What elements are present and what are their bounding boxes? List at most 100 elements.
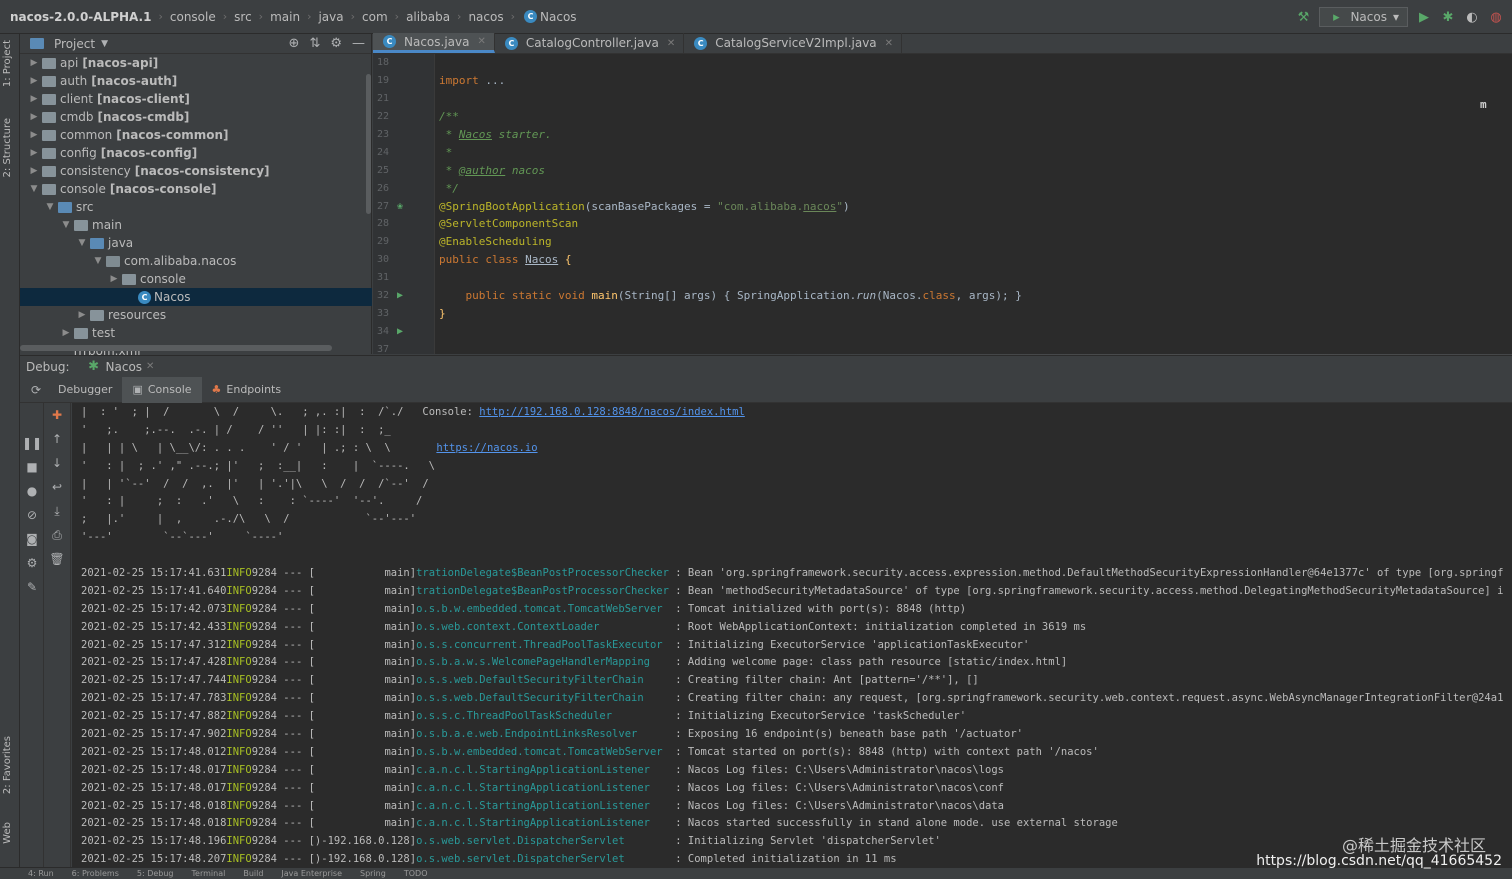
chevron-right-icon[interactable]: ▶ bbox=[108, 274, 120, 284]
code-editor[interactable]: 181921222324252627❀2829303132▶3334▶37383… bbox=[373, 54, 1512, 390]
console-output[interactable]: | : ' ; | / \ / \. ; ,. :| : /`./ Consol… bbox=[72, 403, 1512, 867]
hammer-icon[interactable]: ⚒ bbox=[1295, 9, 1311, 25]
debug-session-tab[interactable]: ✱ Nacos ✕ bbox=[86, 359, 154, 375]
console-url-link[interactable]: http://192.168.0.128:8848/nacos/index.ht… bbox=[479, 406, 745, 418]
tool-tab-structure[interactable]: 2: Structure bbox=[2, 118, 13, 177]
breadcrumb-item[interactable]: nacos bbox=[468, 10, 503, 24]
bottom-tool-tab[interactable]: TODO bbox=[404, 869, 428, 878]
settings-icon[interactable]: ⚙ bbox=[20, 551, 44, 575]
stop-icon[interactable]: ◍ bbox=[1488, 9, 1504, 25]
log-logger[interactable]: c.a.n.c.l.StartingApplicationListener bbox=[416, 764, 669, 776]
up-arrow-icon[interactable]: ↑ bbox=[45, 427, 69, 451]
editor-tab[interactable]: C CatalogController.java ✕ bbox=[495, 33, 685, 53]
log-logger[interactable]: o.s.b.a.w.s.WelcomePageHandlerMapping bbox=[416, 656, 669, 668]
tree-item[interactable]: ▼ java bbox=[20, 234, 372, 252]
log-logger[interactable]: o.s.s.concurrent.ThreadPoolTaskExecutor bbox=[416, 639, 669, 651]
tree-item[interactable]: ▶ resources bbox=[20, 306, 372, 324]
chevron-down-icon[interactable]: ▼ bbox=[76, 238, 88, 248]
tab-endpoints[interactable]: ♣ Endpoints bbox=[202, 377, 292, 403]
bottom-tool-tab[interactable]: Java Enterprise bbox=[281, 869, 342, 878]
tab-debugger[interactable]: Debugger bbox=[48, 377, 122, 403]
log-logger[interactable]: o.s.s.c.ThreadPoolTaskScheduler bbox=[416, 710, 669, 722]
log-logger[interactable]: o.s.web.context.ContextLoader bbox=[416, 621, 669, 633]
bottom-tool-tab[interactable]: Terminal bbox=[192, 869, 226, 878]
spring-bean-icon[interactable]: ❀ bbox=[397, 201, 403, 212]
tab-console[interactable]: ▣ Console bbox=[122, 376, 202, 403]
project-title[interactable]: Project bbox=[54, 37, 95, 51]
breadcrumb-item[interactable]: com bbox=[362, 10, 388, 24]
vertical-scrollbar[interactable] bbox=[366, 74, 371, 214]
tree-item[interactable]: ▼ src bbox=[20, 198, 372, 216]
minimize-icon[interactable]: — bbox=[352, 36, 365, 51]
run-icon[interactable]: ▶ bbox=[1416, 9, 1432, 25]
tree-item[interactable]: ▶ cmdb [nacos-cmdb] bbox=[20, 108, 372, 126]
chevron-right-icon[interactable]: ▶ bbox=[28, 58, 40, 68]
log-logger[interactable]: o.s.s.web.DefaultSecurityFilterChain bbox=[416, 674, 669, 686]
breadcrumb-item[interactable]: C Nacos bbox=[522, 10, 577, 24]
tree-item[interactable]: ▶ test bbox=[20, 324, 372, 342]
breadcrumb-item[interactable]: src bbox=[234, 10, 252, 24]
horizontal-scrollbar[interactable] bbox=[20, 345, 332, 351]
bottom-tool-tab[interactable]: 4: Run bbox=[28, 869, 54, 878]
chevron-right-icon[interactable]: ▶ bbox=[28, 166, 40, 176]
chevron-right-icon[interactable]: ▶ bbox=[28, 130, 40, 140]
debug-icon[interactable]: ✱ bbox=[1440, 9, 1456, 25]
editor-tab[interactable]: C Nacos.java ✕ bbox=[373, 33, 495, 53]
tree-item[interactable]: ▼ console [nacos-console] bbox=[20, 180, 372, 198]
close-icon[interactable]: ✕ bbox=[667, 38, 675, 49]
tool-tab-project[interactable]: 1: Project bbox=[2, 40, 13, 87]
view-breakpoints-icon[interactable]: ● bbox=[20, 479, 44, 503]
chevron-right-icon[interactable]: ▶ bbox=[28, 148, 40, 158]
chevron-down-icon[interactable]: ▼ bbox=[92, 256, 104, 266]
log-logger[interactable]: c.a.n.c.l.StartingApplicationListener bbox=[416, 800, 669, 812]
close-icon[interactable]: ✕ bbox=[146, 361, 154, 372]
log-logger[interactable]: o.s.s.web.DefaultSecurityFilterChain bbox=[416, 692, 669, 704]
tool-tab-favorites[interactable]: 2: Favorites bbox=[2, 736, 13, 794]
print-icon[interactable]: ⎙ bbox=[45, 523, 69, 547]
chevron-right-icon[interactable]: ▶ bbox=[76, 310, 88, 320]
site-url-link[interactable]: https://nacos.io bbox=[436, 442, 537, 454]
pin-icon[interactable]: ✎ bbox=[20, 575, 44, 599]
tree-item[interactable]: ▶ api [nacos-api] bbox=[20, 54, 372, 72]
chevron-right-icon[interactable]: ▶ bbox=[60, 328, 72, 338]
run-gutter-icon[interactable]: ▶ bbox=[397, 290, 403, 301]
tree-item[interactable]: C Nacos bbox=[20, 288, 372, 306]
breadcrumb-item[interactable]: java bbox=[318, 10, 343, 24]
chevron-down-icon[interactable]: ▼ bbox=[28, 184, 40, 194]
log-logger[interactable]: o.s.web.servlet.DispatcherServlet bbox=[416, 853, 669, 865]
bottom-tool-tab[interactable]: 5: Debug bbox=[137, 869, 174, 878]
show-execution-point-icon[interactable]: ✚ bbox=[45, 403, 69, 427]
locate-icon[interactable]: ⊕ bbox=[289, 36, 300, 51]
run-configuration-select[interactable]: ▸ Nacos ▾ bbox=[1319, 7, 1408, 27]
bottom-tool-tab[interactable]: 6: Problems bbox=[72, 869, 119, 878]
pause-icon[interactable]: ❚❚ bbox=[20, 431, 44, 455]
log-logger[interactable]: o.s.b.w.embedded.tomcat.TomcatWebServer bbox=[416, 746, 669, 758]
breadcrumb-item[interactable]: main bbox=[270, 10, 300, 24]
chevron-down-icon[interactable]: ▼ bbox=[44, 202, 56, 212]
maven-icon[interactable]: m bbox=[1480, 98, 1498, 112]
chevron-right-icon[interactable]: ▶ bbox=[28, 94, 40, 104]
editor-tab[interactable]: C CatalogServiceV2Impl.java ✕ bbox=[684, 33, 903, 53]
bottom-tool-tab[interactable]: Build bbox=[243, 869, 263, 878]
close-icon[interactable]: ✕ bbox=[477, 36, 485, 47]
tool-tab-web[interactable]: Web bbox=[2, 822, 13, 844]
tree-item[interactable]: ▶ client [nacos-client] bbox=[20, 90, 372, 108]
mute-breakpoints-icon[interactable]: ⊘ bbox=[20, 503, 44, 527]
log-logger[interactable]: c.a.n.c.l.StartingApplicationListener bbox=[416, 782, 669, 794]
tree-item[interactable]: ▼ main bbox=[20, 216, 372, 234]
restart-icon[interactable]: ⟳ bbox=[24, 378, 48, 402]
log-logger[interactable]: o.s.b.a.e.web.EndpointLinksResolver bbox=[416, 728, 669, 740]
chevron-down-icon[interactable]: ▼ bbox=[60, 220, 72, 230]
stop-icon[interactable]: ■ bbox=[20, 455, 44, 479]
breadcrumb-item[interactable]: alibaba bbox=[406, 10, 450, 24]
gear-icon[interactable]: ⚙ bbox=[330, 36, 342, 51]
log-logger[interactable]: o.s.b.w.embedded.tomcat.TomcatWebServer bbox=[416, 603, 669, 615]
down-arrow-icon[interactable]: ↓ bbox=[45, 451, 69, 475]
scroll-to-end-icon[interactable]: ⤓ bbox=[45, 499, 69, 523]
coverage-icon[interactable]: ◐ bbox=[1464, 9, 1480, 25]
tree-item[interactable]: ▶ common [nacos-common] bbox=[20, 126, 372, 144]
chevron-down-icon[interactable]: ▼ bbox=[101, 39, 108, 49]
camera-icon[interactable]: ◙ bbox=[20, 527, 44, 551]
trash-icon[interactable]: 🗑 bbox=[45, 547, 69, 571]
log-logger[interactable]: o.s.web.servlet.DispatcherServlet bbox=[416, 835, 669, 847]
